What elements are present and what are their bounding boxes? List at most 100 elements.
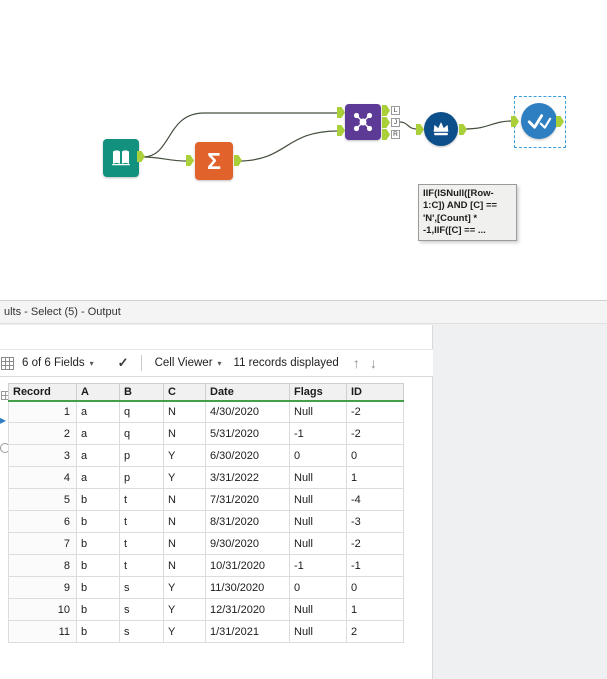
data-cell[interactable]: t xyxy=(119,532,164,555)
data-cell[interactable]: b xyxy=(76,554,120,577)
data-cell[interactable]: s xyxy=(119,598,164,621)
data-cell[interactable]: Null xyxy=(289,400,347,423)
data-cell[interactable]: 10/31/2020 xyxy=(205,554,290,577)
record-number-cell[interactable]: 4 xyxy=(8,466,77,489)
data-cell[interactable]: b xyxy=(76,576,120,599)
workflow-canvas[interactable]: Σ L J R IIF(ISNull([Row-1:C]) AND [C] ==… xyxy=(0,0,607,300)
data-cell[interactable]: -4 xyxy=(346,488,404,511)
data-cell[interactable]: a xyxy=(76,422,120,445)
record-number-cell[interactable]: 1 xyxy=(8,400,77,423)
confirm-check-icon[interactable]: ✓ xyxy=(118,355,129,371)
data-cell[interactable]: 11/30/2020 xyxy=(205,576,290,599)
column-header-a[interactable]: A xyxy=(76,383,120,402)
data-cell[interactable]: a xyxy=(76,444,120,467)
record-number-cell[interactable]: 5 xyxy=(8,488,77,511)
data-cell[interactable]: 0 xyxy=(346,576,404,599)
data-cell[interactable]: -3 xyxy=(346,510,404,533)
data-cell[interactable]: N xyxy=(163,422,206,445)
data-cell[interactable]: -1 xyxy=(289,422,347,445)
data-cell[interactable]: b xyxy=(76,488,120,511)
data-cell[interactable]: b xyxy=(76,598,120,621)
data-cell[interactable]: p xyxy=(119,444,164,467)
data-cell[interactable]: Null xyxy=(289,510,347,533)
data-cell[interactable]: b xyxy=(76,510,120,533)
data-cell[interactable]: Null xyxy=(289,598,347,621)
data-cell[interactable]: b xyxy=(76,532,120,555)
column-header-c[interactable]: C xyxy=(163,383,206,402)
data-cell[interactable]: Y xyxy=(163,598,206,621)
data-cell[interactable]: p xyxy=(119,466,164,489)
data-cell[interactable]: N xyxy=(163,510,206,533)
column-header-date[interactable]: Date xyxy=(205,383,290,402)
arrow-up-button[interactable]: ↑ xyxy=(353,355,360,371)
data-cell[interactable]: q xyxy=(119,422,164,445)
data-cell[interactable]: Y xyxy=(163,466,206,489)
record-number-cell[interactable]: 10 xyxy=(8,598,77,621)
data-cell[interactable]: 8/31/2020 xyxy=(205,510,290,533)
data-cell[interactable]: Null xyxy=(289,620,347,643)
data-cell[interactable]: Y xyxy=(163,576,206,599)
data-cell[interactable]: 1 xyxy=(346,598,404,621)
data-cell[interactable]: Y xyxy=(163,444,206,467)
data-cell[interactable]: 0 xyxy=(289,576,347,599)
data-cell[interactable]: 9/30/2020 xyxy=(205,532,290,555)
record-number-cell[interactable]: 3 xyxy=(8,444,77,467)
fields-dropdown[interactable]: 6 of 6 Fields ▾ xyxy=(18,355,98,371)
record-number-cell[interactable]: 8 xyxy=(8,554,77,577)
cell-viewer-dropdown[interactable]: Cell Viewer ▾ xyxy=(151,355,226,371)
data-cell[interactable]: -2 xyxy=(346,532,404,555)
data-cell[interactable]: Y xyxy=(163,620,206,643)
wire-summarize-to-join-r[interactable] xyxy=(237,130,339,162)
data-cell[interactable]: t xyxy=(119,554,164,577)
data-cell[interactable]: Null xyxy=(289,466,347,489)
data-cell[interactable]: N xyxy=(163,554,206,577)
record-number-cell[interactable]: 11 xyxy=(8,620,77,643)
data-cell[interactable]: 6/30/2020 xyxy=(205,444,290,467)
wire-formula-to-check[interactable] xyxy=(463,120,513,130)
input-data-tool[interactable] xyxy=(103,139,139,177)
column-header-flags[interactable]: Flags xyxy=(289,383,347,402)
data-cell[interactable]: Null xyxy=(289,532,347,555)
data-cell[interactable]: N xyxy=(163,532,206,555)
gutter-expand-arrow-icon[interactable]: ▸ xyxy=(0,413,6,427)
data-cell[interactable]: N xyxy=(163,488,206,511)
table-grid-icon[interactable] xyxy=(1,356,14,370)
data-cell[interactable]: 4/30/2020 xyxy=(205,400,290,423)
data-cell[interactable]: 1/31/2021 xyxy=(205,620,290,643)
multi-row-formula-tool[interactable] xyxy=(424,112,458,146)
record-number-cell[interactable]: 9 xyxy=(8,576,77,599)
wire-join-to-formula[interactable] xyxy=(399,121,417,130)
data-cell[interactable]: 2 xyxy=(346,620,404,643)
data-cell[interactable]: 7/31/2020 xyxy=(205,488,290,511)
data-cell[interactable]: 1 xyxy=(346,466,404,489)
data-cell[interactable]: N xyxy=(163,400,206,423)
record-number-cell[interactable]: 6 xyxy=(8,510,77,533)
column-header-b[interactable]: B xyxy=(119,383,164,402)
check-tool[interactable] xyxy=(521,103,557,139)
data-cell[interactable]: Null xyxy=(289,488,347,511)
data-cell[interactable]: -1 xyxy=(289,554,347,577)
data-cell[interactable]: b xyxy=(76,620,120,643)
data-cell[interactable]: t xyxy=(119,488,164,511)
data-cell[interactable]: a xyxy=(76,400,120,423)
data-cell[interactable]: 5/31/2020 xyxy=(205,422,290,445)
data-cell[interactable]: s xyxy=(119,620,164,643)
record-number-cell[interactable]: 7 xyxy=(8,532,77,555)
data-cell[interactable]: s xyxy=(119,576,164,599)
data-cell[interactable]: 3/31/2022 xyxy=(205,466,290,489)
data-cell[interactable]: t xyxy=(119,510,164,533)
arrow-down-button[interactable]: ↓ xyxy=(370,355,377,371)
data-cell[interactable]: -2 xyxy=(346,422,404,445)
wire-input-to-summarize[interactable] xyxy=(142,156,187,162)
data-cell[interactable]: 0 xyxy=(289,444,347,467)
record-number-cell[interactable]: 2 xyxy=(8,422,77,445)
data-cell[interactable]: q xyxy=(119,400,164,423)
column-header-record[interactable]: Record xyxy=(8,383,77,402)
data-cell[interactable]: 0 xyxy=(346,444,404,467)
data-cell[interactable]: a xyxy=(76,466,120,489)
join-tool[interactable] xyxy=(345,104,381,140)
data-cell[interactable]: -1 xyxy=(346,554,404,577)
summarize-tool[interactable]: Σ xyxy=(195,142,233,180)
data-cell[interactable]: -2 xyxy=(346,400,404,423)
column-header-id[interactable]: ID xyxy=(346,383,404,402)
